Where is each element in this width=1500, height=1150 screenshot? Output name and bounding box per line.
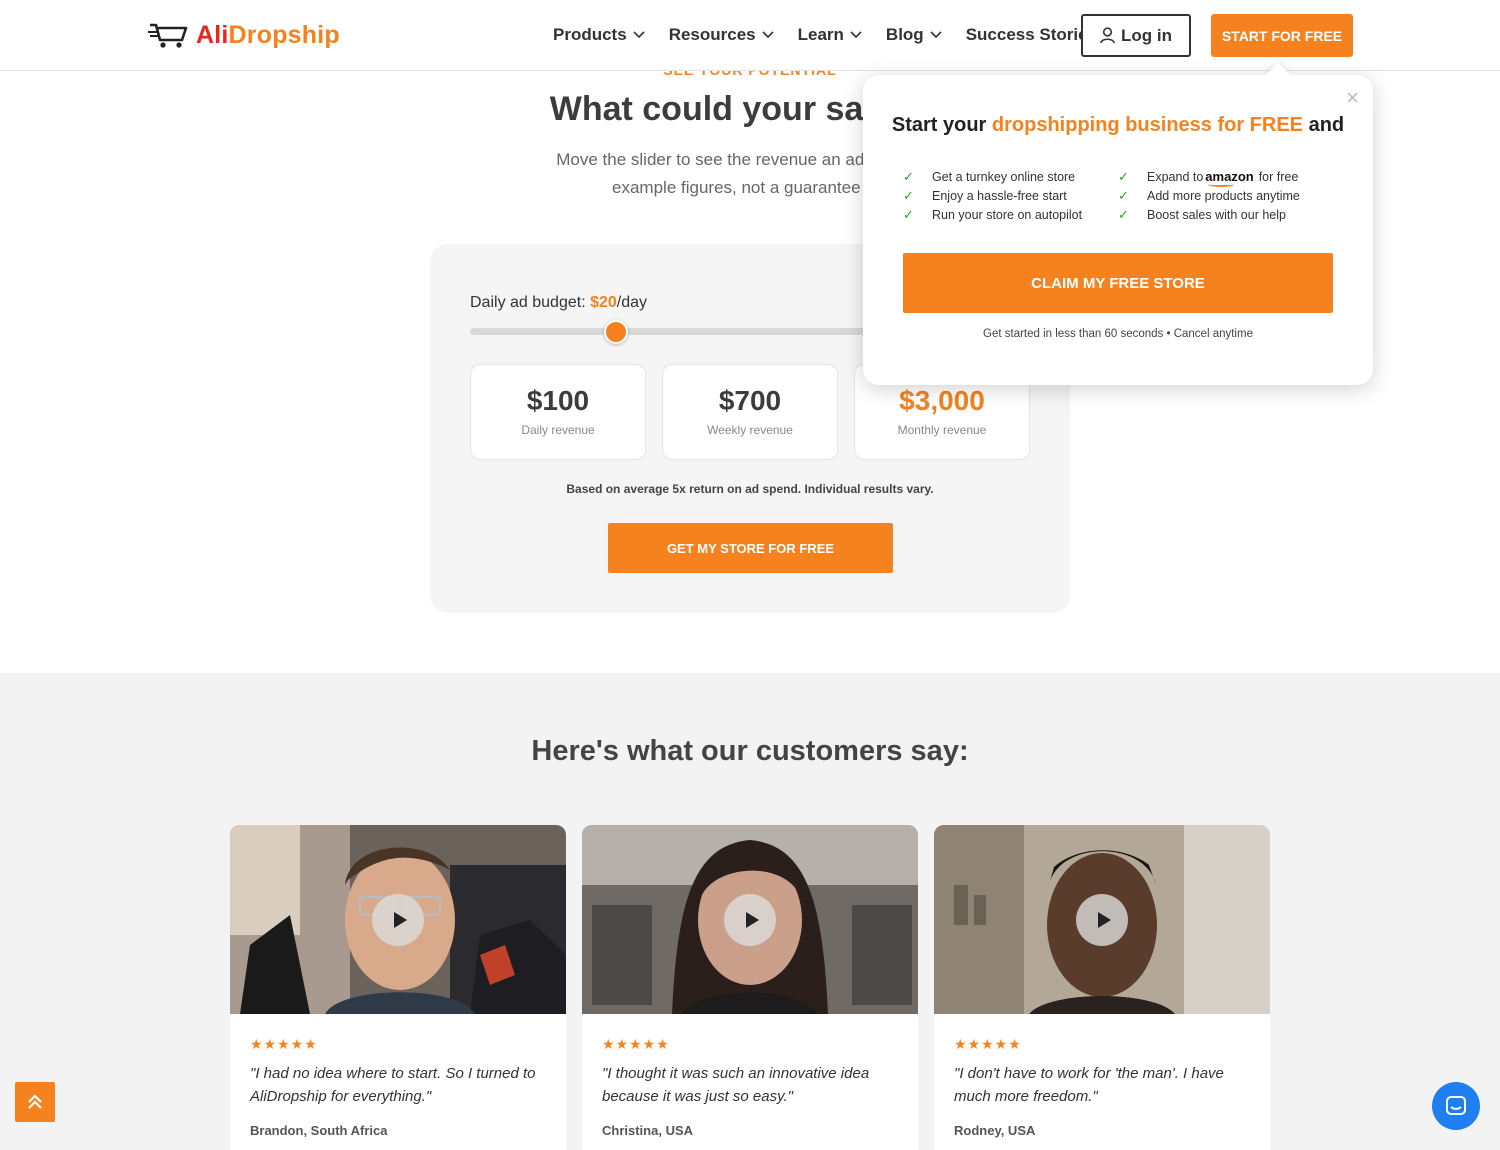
chat-button[interactable]	[1432, 1082, 1480, 1130]
cart-logo-icon	[148, 23, 188, 48]
chat-icon	[1446, 1096, 1466, 1115]
check-icon: ✓	[903, 206, 914, 222]
benefit-item: ✓ Get a turnkey online store	[903, 168, 1076, 184]
testimonial-author: Brandon, South Africa	[250, 1123, 388, 1138]
play-icon[interactable]	[372, 894, 424, 946]
monthly-revenue-value: $3,000	[899, 385, 985, 416]
nav-products[interactable]: Products	[553, 22, 645, 48]
calculator-disclaimer: Based on average 5x return on ad spend. …	[566, 482, 934, 496]
scroll-up-icon	[28, 1094, 42, 1109]
popup-title: Start your dropshipping business for FRE…	[891, 114, 1345, 136]
daily-revenue-box: $100 Daily revenue	[470, 364, 646, 460]
weekly-revenue-value: $700	[718, 385, 782, 416]
check-icon: ✓	[1118, 206, 1129, 222]
logo-text: AliDropship	[196, 20, 340, 49]
monthly-revenue-label: Monthly revenue	[897, 423, 987, 437]
check-icon: ✓	[1118, 168, 1129, 184]
chevron-down-icon	[762, 31, 774, 39]
scroll-to-top-button[interactable]	[15, 1082, 55, 1122]
testimonials-title: Here's what our customers say:	[531, 735, 969, 767]
testimonial-video[interactable]	[230, 825, 566, 1014]
testimonial-card: ★★★★★ "I had no idea where to start. So …	[230, 825, 566, 1150]
testimonial-quote: "I don't have to work for 'the man'. I h…	[954, 1065, 1224, 1105]
check-icon: ✓	[903, 168, 914, 184]
get-my-store-button[interactable]: GET MY STORE FOR FREE	[608, 523, 893, 573]
nav-learn[interactable]: Learn	[798, 22, 862, 48]
benefit-item: ✓ Boost sales with our help	[1118, 206, 1286, 222]
amazon-logo: amazon	[1205, 169, 1254, 187]
benefits-column-right: ✓ Expand to amazon for free ✓ Add more produ…	[1118, 167, 1300, 224]
popup-footnote: Get started in less than 60 seconds • Ca…	[983, 328, 1253, 340]
testimonial-author: Rodney, USA	[954, 1123, 1036, 1138]
benefit-item: ✓ Enjoy a hassle-free start	[903, 187, 1067, 203]
play-icon[interactable]	[1076, 894, 1128, 946]
check-icon: ✓	[903, 187, 914, 203]
budget-label: Daily ad budget: $20/day	[470, 294, 648, 311]
testimonial-card: ★★★★★ "I thought it was such an innovati…	[582, 825, 918, 1150]
budget-slider-thumb[interactable]	[604, 320, 628, 344]
weekly-revenue-box: $700 Weekly revenue	[662, 364, 838, 460]
check-icon: ✓	[1118, 187, 1129, 203]
chevron-down-icon	[850, 31, 862, 39]
budget-value: $20	[590, 294, 617, 311]
testimonial-video[interactable]	[934, 825, 1270, 1014]
star-rating: ★★★★★	[250, 1036, 318, 1052]
daily-revenue-value: $100	[526, 385, 590, 416]
weekly-revenue-label: Weekly revenue	[707, 423, 793, 437]
site-logo[interactable]: AliDropship	[148, 20, 340, 50]
benefits-column-left: ✓ Get a turnkey online store ✓ Enjoy a has…	[903, 167, 1082, 224]
nav-resources[interactable]: Resources	[669, 22, 774, 48]
main-nav: Products Resources Learn Blog Success St…	[553, 22, 1121, 48]
testimonial-video[interactable]	[582, 825, 918, 1014]
login-button[interactable]: Log in	[1081, 14, 1191, 57]
chevron-down-icon	[930, 31, 942, 39]
testimonial-author: Christina, USA	[602, 1123, 694, 1138]
nav-blog[interactable]: Blog	[886, 22, 942, 48]
chevron-down-icon	[633, 31, 645, 39]
benefit-item: ✓ Run your store on autopilot	[903, 206, 1083, 222]
start-for-free-button[interactable]: START FOR FREE	[1211, 14, 1353, 57]
benefit-item: ✓ Add more products anytime	[1118, 187, 1300, 203]
testimonial-quote: "I thought it was such an innovative ide…	[602, 1065, 870, 1105]
close-icon[interactable]: ×	[1346, 85, 1359, 111]
play-icon[interactable]	[724, 894, 776, 946]
benefit-item: ✓ Expand to amazon for free	[1118, 168, 1299, 187]
star-rating: ★★★★★	[602, 1036, 670, 1052]
daily-revenue-label: Daily revenue	[521, 423, 595, 437]
user-icon	[1100, 27, 1115, 44]
nav-success-stories[interactable]: Success Stories	[966, 22, 1097, 48]
testimonial-quote: "I had no idea where to start. So I turn…	[250, 1065, 536, 1105]
claim-free-store-button[interactable]: CLAIM MY FREE STORE	[903, 253, 1333, 313]
site-header: AliDropship Products Resources Learn Blo…	[0, 0, 1500, 71]
star-rating: ★★★★★	[954, 1036, 1022, 1052]
testimonials-section: Here's what our customers say: ★★★★★ "I	[0, 673, 1500, 1150]
signup-popup: × Start your dropshipping business for F…	[863, 62, 1373, 385]
testimonial-card: ★★★★★ "I don't have to work for 'the man…	[934, 825, 1270, 1150]
